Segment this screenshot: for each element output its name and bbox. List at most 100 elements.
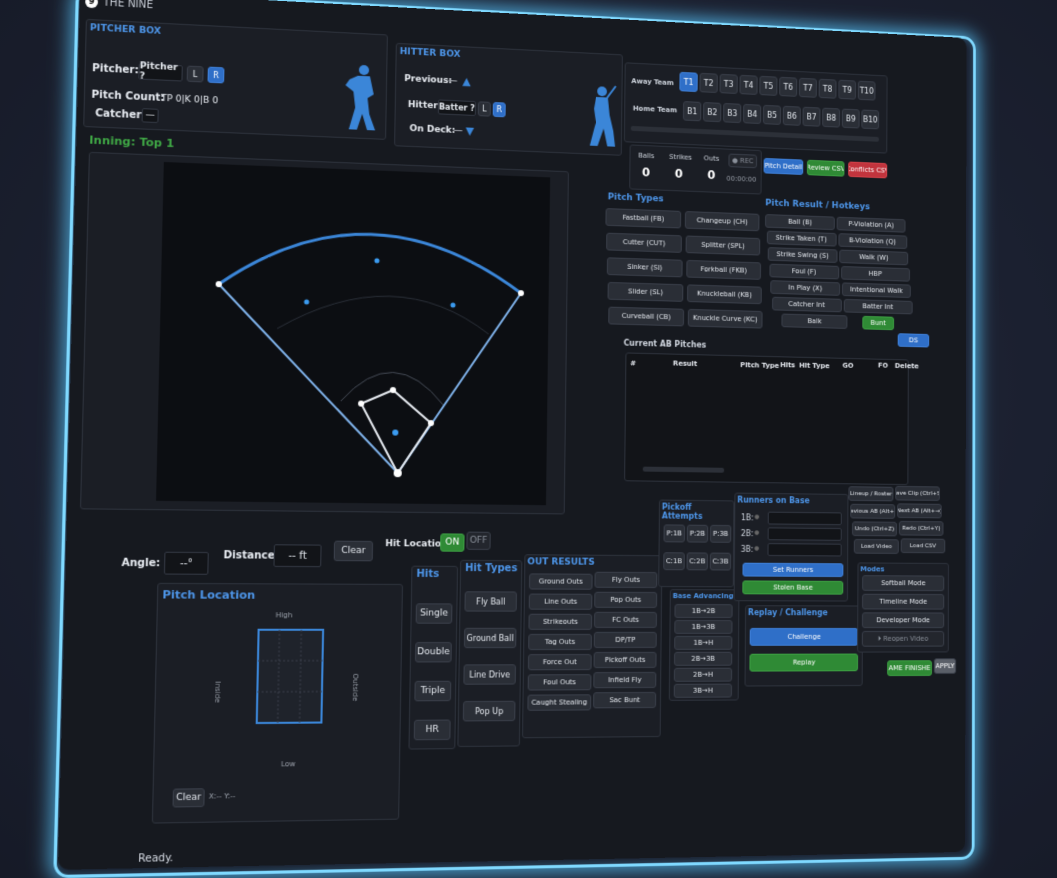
pitch-result-13[interactable]: Bunt: [862, 316, 894, 330]
advance-5[interactable]: 3B→H: [674, 684, 732, 698]
mode-3[interactable]: ⏵ Reopen Video: [862, 631, 944, 647]
away-team-t5[interactable]: T5: [759, 76, 777, 96]
pitch-result-10[interactable]: Catcher Int: [772, 297, 842, 313]
advance-0[interactable]: 1B→2B: [674, 604, 732, 618]
pitch-type-6[interactable]: Slider (SL): [608, 282, 684, 302]
pitch-result-1[interactable]: P-Violation (A): [837, 217, 906, 233]
hit-double-button[interactable]: Double: [415, 642, 452, 662]
pitch-type-1[interactable]: Changeup (CH): [685, 211, 760, 231]
tool-4[interactable]: Undo (Ctrl+Z): [852, 521, 897, 536]
pickoff-4[interactable]: C:2B: [687, 552, 708, 570]
out-result-right-6[interactable]: Sac Bunt: [593, 692, 656, 708]
pitch-detail-button[interactable]: Pitch Detail: [764, 158, 804, 175]
away-team-t8[interactable]: T8: [819, 79, 837, 99]
away-team-t2[interactable]: T2: [699, 73, 717, 93]
pitch-result-0[interactable]: Ball (B): [765, 214, 835, 230]
pitcher-hand-left-button[interactable]: L: [187, 66, 204, 83]
out-result-right-0[interactable]: Fly Outs: [594, 572, 657, 588]
tool-6[interactable]: Load Video: [854, 539, 899, 554]
hit-type-2[interactable]: Line Drive: [463, 664, 516, 684]
pitch-result-14[interactable]: DS: [898, 333, 930, 347]
record-button[interactable]: ● REC: [728, 154, 757, 169]
hitter-hand-left-button[interactable]: L: [478, 101, 491, 116]
pitch-type-8[interactable]: Curveball (CB): [608, 307, 684, 327]
away-team-t3[interactable]: T3: [720, 74, 738, 94]
hit-hr-button[interactable]: HR: [414, 720, 451, 741]
pitch-type-9[interactable]: Knuckle Curve (KC): [688, 309, 763, 329]
home-team-b10[interactable]: B10: [861, 109, 879, 129]
pitch-type-3[interactable]: Splitter (SPL): [686, 235, 761, 255]
set-runners-button[interactable]: Set Runners: [742, 563, 843, 577]
runner-input-0[interactable]: [768, 512, 842, 526]
catcher-value[interactable]: —: [142, 108, 159, 123]
hit-type-3[interactable]: Pop Up: [463, 701, 516, 722]
pickoff-3[interactable]: C:1B: [663, 552, 685, 570]
tool-2[interactable]: Previous AB (Alt+←): [850, 504, 895, 519]
away-team-t1[interactable]: T1: [679, 72, 697, 92]
home-team-b7[interactable]: B7: [803, 107, 821, 127]
pitch-type-4[interactable]: Sinker (SI): [607, 257, 683, 277]
game-finished-button[interactable]: GAME FINISHED: [887, 660, 932, 676]
out-result-left-3[interactable]: Tag Outs: [528, 634, 592, 650]
advance-2[interactable]: 1B→H: [674, 636, 732, 650]
field-canvas[interactable]: [156, 162, 550, 505]
home-team-b2[interactable]: B2: [703, 102, 721, 122]
out-result-right-1[interactable]: Pop Outs: [594, 592, 657, 608]
replay-button[interactable]: Replay: [749, 654, 858, 672]
pitch-result-3[interactable]: B-Violation (Q): [838, 233, 907, 249]
away-team-t10[interactable]: T10: [858, 81, 876, 101]
pitch-type-7[interactable]: Knuckleball (KB): [687, 284, 762, 304]
pitch-result-7[interactable]: HBP: [841, 266, 910, 282]
tool-0[interactable]: Lineup / Roster: [848, 486, 893, 501]
challenge-button[interactable]: Challenge: [750, 628, 859, 646]
hitter-value[interactable]: Batter ?: [438, 99, 476, 116]
pickoff-2[interactable]: P:3B: [710, 525, 731, 543]
out-result-left-4[interactable]: Force Out: [528, 654, 592, 670]
home-team-b8[interactable]: B8: [822, 108, 840, 128]
home-team-b9[interactable]: B9: [842, 109, 860, 129]
pitch-result-4[interactable]: Strike Swing (S): [768, 247, 838, 263]
pitch-result-2[interactable]: Strike Taken (T): [766, 231, 836, 247]
teams-scrollbar[interactable]: [631, 126, 879, 142]
apply-button[interactable]: APPLY: [934, 658, 956, 674]
pitch-result-12[interactable]: Balk: [781, 314, 847, 329]
out-result-right-3[interactable]: DP/TP: [594, 632, 657, 648]
pickoff-5[interactable]: C:3B: [710, 553, 731, 571]
tool-7[interactable]: Load CSV: [901, 538, 946, 553]
on-deck-down-icon[interactable]: ▼: [466, 124, 475, 137]
advance-3[interactable]: 2B→3B: [674, 652, 732, 666]
away-team-t9[interactable]: T9: [838, 80, 856, 100]
pickoff-0[interactable]: P:1B: [663, 524, 685, 542]
home-team-b6[interactable]: B6: [783, 106, 801, 126]
away-team-t6[interactable]: T6: [779, 77, 797, 97]
pitch-type-2[interactable]: Cutter (CUT): [606, 233, 682, 253]
field-clear-button[interactable]: Clear: [334, 541, 373, 562]
out-result-left-2[interactable]: Strikeouts: [528, 614, 592, 630]
tool-3[interactable]: Next AB (Alt+→): [897, 503, 942, 518]
stolen-base-button[interactable]: Stolen Base: [742, 580, 843, 594]
out-result-right-4[interactable]: Pickoff Outs: [594, 652, 657, 668]
pitch-result-8[interactable]: In Play (X): [770, 280, 840, 296]
away-team-t7[interactable]: T7: [799, 78, 817, 98]
hitter-hand-right-button[interactable]: R: [493, 102, 506, 117]
hit-location-off-button[interactable]: OFF: [466, 532, 490, 550]
out-result-right-5[interactable]: Infield Fly: [593, 672, 656, 688]
advance-1[interactable]: 1B→3B: [674, 620, 732, 634]
pitch-type-5[interactable]: Forkball (FKB): [686, 260, 761, 280]
mode-2[interactable]: Developer Mode: [862, 612, 944, 628]
tool-5[interactable]: Redo (Ctrl+Y): [899, 521, 944, 536]
previous-up-icon[interactable]: ▲: [462, 75, 471, 88]
review-csv-button[interactable]: Review CSV: [807, 160, 845, 177]
mode-0[interactable]: Softball Mode: [862, 575, 944, 591]
pitch-result-6[interactable]: Foul (F): [769, 264, 839, 280]
home-team-b4[interactable]: B4: [743, 104, 761, 124]
hit-type-1[interactable]: Ground Ball: [464, 628, 517, 648]
strike-zone[interactable]: [255, 628, 326, 725]
runner-input-2[interactable]: [768, 543, 842, 556]
hit-location-on-button[interactable]: ON: [440, 533, 465, 551]
away-team-t4[interactable]: T4: [739, 75, 757, 95]
runner-input-1[interactable]: [768, 527, 842, 540]
pitch-type-0[interactable]: Fastball (FB): [605, 208, 681, 228]
pitcher-value[interactable]: Pitcher ?: [138, 63, 182, 81]
current-ab-scrollbar[interactable]: [643, 467, 724, 473]
